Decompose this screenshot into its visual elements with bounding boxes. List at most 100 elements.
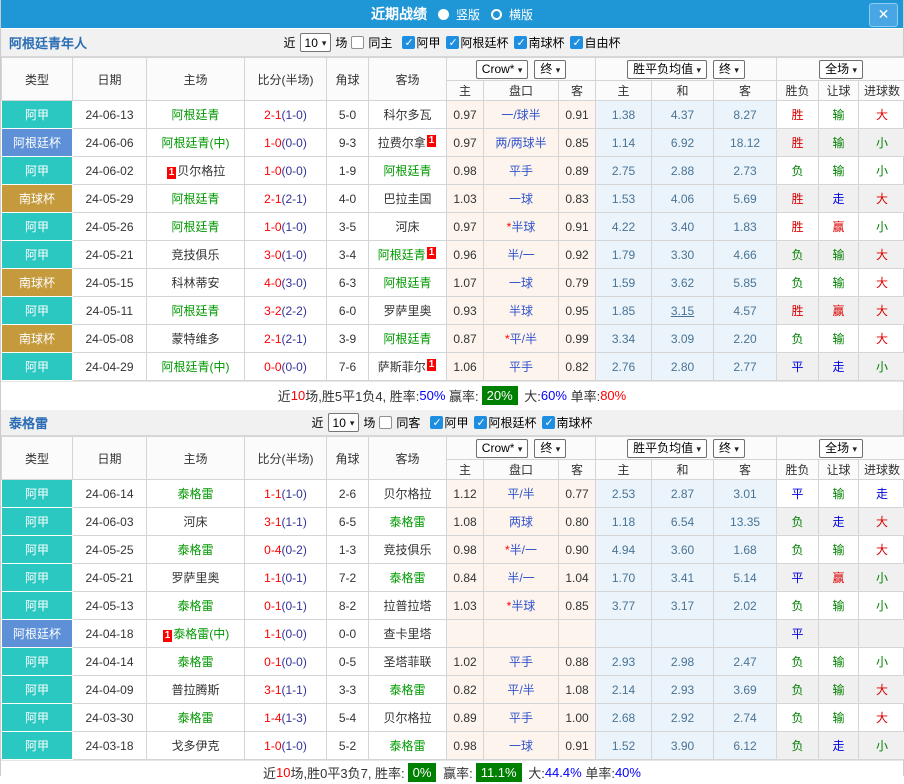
halftime-score: (1-0) xyxy=(282,248,307,262)
home-team: 1泰格雷(中) xyxy=(147,620,245,648)
handicap-result: 输 xyxy=(819,241,859,269)
handicap-result: 输 xyxy=(819,704,859,732)
chevron-down-icon: ▾ xyxy=(734,65,739,75)
match-count-value: 10 xyxy=(305,35,318,51)
handicap-result: 输 xyxy=(819,480,859,508)
wdl-result: 负 xyxy=(777,704,819,732)
home-team: 阿根廷青 xyxy=(147,185,245,213)
away-odds: 1.08 xyxy=(559,676,596,704)
league-checkbox[interactable] xyxy=(446,36,459,49)
avg-stage-select[interactable]: 终 ▾ xyxy=(713,439,745,458)
avg-away-odds: 5.14 xyxy=(714,564,777,592)
league-checkbox[interactable] xyxy=(570,36,583,49)
same-venue-checkbox[interactable] xyxy=(379,416,392,429)
bookmaker-select[interactable]: Crow* ▾ xyxy=(476,439,529,458)
league-checkbox[interactable] xyxy=(542,416,555,429)
radio-vertical-label[interactable]: 竖版 xyxy=(456,6,480,23)
avg-home-odds: 2.53 xyxy=(596,480,652,508)
col-date: 日期 xyxy=(73,437,147,480)
col-avg-away: 客 xyxy=(714,81,777,101)
team-label: 泰格雷(中) xyxy=(173,627,229,641)
same-venue-checkbox[interactable] xyxy=(351,36,364,49)
halftime-score: (1-0) xyxy=(282,487,307,501)
home-team: 泰格雷 xyxy=(147,704,245,732)
match-count-select[interactable]: 10 ▾ xyxy=(300,33,332,52)
home-team: 蒙特维多 xyxy=(147,325,245,353)
away-team: 河床 xyxy=(369,213,447,241)
handicap-cell: 平/半 xyxy=(484,676,559,704)
team-label: 拉普拉塔 xyxy=(383,599,431,613)
avg-draw-odds: 3.90 xyxy=(652,732,714,760)
league-badge: 南球杯 xyxy=(2,325,73,353)
avg-home-odds: 1.38 xyxy=(596,101,652,129)
league-checkbox-label[interactable]: 南球杯 xyxy=(556,414,592,431)
odds-stage-select[interactable]: 终 ▾ xyxy=(534,60,566,79)
league-checkbox-label[interactable]: 阿甲 xyxy=(416,34,440,51)
team-label: 河床 xyxy=(395,220,419,234)
match-date: 24-06-03 xyxy=(73,508,147,536)
halftime-score: (1-3) xyxy=(282,711,307,725)
goals-result: 大 xyxy=(859,676,904,704)
chevron-down-icon: ▾ xyxy=(518,444,523,454)
fulltime-select[interactable]: 全场 ▾ xyxy=(819,439,863,458)
avg-draw-odds[interactable]: 3.15 xyxy=(652,297,714,325)
avg-home-odds: 2.14 xyxy=(596,676,652,704)
wdl-result: 负 xyxy=(777,648,819,676)
home-odds: 1.12 xyxy=(447,480,484,508)
score-cell: 4-0(3-0) xyxy=(245,269,327,297)
avg-select[interactable]: 胜平负均值 ▾ xyxy=(627,439,707,458)
home-odds: 0.97 xyxy=(447,101,484,129)
halftime-score: (0-0) xyxy=(282,655,307,669)
handicap-result: 赢 xyxy=(819,297,859,325)
avg-home-odds: 1.18 xyxy=(596,508,652,536)
score-cell: 3-1(1-1) xyxy=(245,676,327,704)
handicap-cell: 平/半 xyxy=(484,480,559,508)
col-home: 主场 xyxy=(147,58,245,101)
league-checkbox[interactable] xyxy=(474,416,487,429)
radio-horizontal-label[interactable]: 横版 xyxy=(509,6,533,23)
league-checkbox[interactable] xyxy=(430,416,443,429)
wdl-result: 平 xyxy=(777,620,819,648)
fulltime-select[interactable]: 全场 ▾ xyxy=(819,60,863,79)
avg-group: 胜平负均值 ▾ 终 ▾ xyxy=(596,58,777,81)
same-venue-label[interactable]: 同客 xyxy=(396,414,420,431)
avg-draw-odds: 6.54 xyxy=(652,508,714,536)
away-odds: 0.91 xyxy=(559,732,596,760)
corner-count: 8-2 xyxy=(327,592,369,620)
avg-select[interactable]: 胜平负均值 ▾ xyxy=(627,60,707,79)
league-checkbox-label[interactable]: 自由杯 xyxy=(584,34,620,51)
avg-away-odds: 5.69 xyxy=(714,185,777,213)
chevron-down-icon: ▾ xyxy=(697,444,702,454)
goals-result: 大 xyxy=(859,269,904,297)
same-venue-label[interactable]: 同主 xyxy=(368,34,392,51)
radio-vertical-icon[interactable] xyxy=(438,9,449,20)
league-checkbox-label[interactable]: 阿甲 xyxy=(444,414,468,431)
summary-part: 60% xyxy=(541,388,567,403)
league-checkbox-label[interactable]: 阿根廷杯 xyxy=(488,414,536,431)
goals-result: 小 xyxy=(859,353,904,381)
league-badge: 阿甲 xyxy=(2,648,73,676)
league-badge: 阿甲 xyxy=(2,508,73,536)
wdl-result: 负 xyxy=(777,241,819,269)
league-checkbox[interactable] xyxy=(514,36,527,49)
away-odds: 0.88 xyxy=(559,648,596,676)
away-team: 泰格雷 xyxy=(369,564,447,592)
league-checkbox[interactable] xyxy=(402,36,415,49)
col-away: 客场 xyxy=(369,437,447,480)
home-odds: 1.07 xyxy=(447,269,484,297)
league-checkbox-label[interactable]: 南球杯 xyxy=(528,34,564,51)
radio-horizontal-icon[interactable] xyxy=(491,9,502,20)
home-team: 阿根廷青(中) xyxy=(147,129,245,157)
avg-stage-select[interactable]: 终 ▾ xyxy=(713,60,745,79)
league-checkbox-label[interactable]: 阿根廷杯 xyxy=(460,34,508,51)
match-count-select[interactable]: 10 ▾ xyxy=(328,413,360,432)
goals-result: 小 xyxy=(859,129,904,157)
match-date: 24-05-13 xyxy=(73,592,147,620)
bookmaker-select[interactable]: Crow* ▾ xyxy=(476,60,529,79)
away-team: 拉费尔拿1 xyxy=(369,129,447,157)
team-label: 阿根廷青 xyxy=(171,304,219,318)
close-button[interactable]: ✕ xyxy=(869,3,898,27)
odds-stage-select[interactable]: 终 ▾ xyxy=(534,439,566,458)
avg-away-odds: 6.12 xyxy=(714,732,777,760)
summary-part: 80% xyxy=(600,388,626,403)
